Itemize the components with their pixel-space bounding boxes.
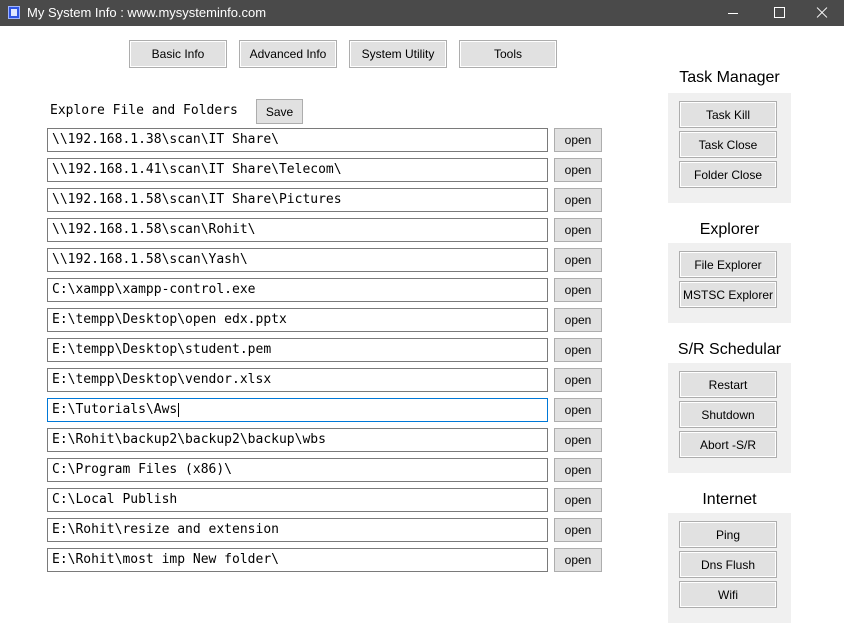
tab-tools[interactable]: Tools <box>459 40 557 68</box>
path-input[interactable]: E:\Rohit\most imp New folder\ <box>47 548 548 572</box>
path-input[interactable]: C:\Program Files (x86)\ <box>47 458 548 482</box>
open-button[interactable]: open <box>554 368 602 392</box>
explorer-title: Explorer <box>699 221 760 238</box>
path-input[interactable]: \\192.168.1.58\scan\Yash\ <box>47 248 548 272</box>
minimize-icon[interactable] <box>709 0 755 26</box>
open-button[interactable]: open <box>554 248 602 272</box>
schedular-panel: Restart Shutdown Abort -S/R <box>668 363 791 473</box>
explore-label: Explore File and Folders <box>50 103 238 118</box>
folder-close-button[interactable]: Folder Close <box>679 161 777 188</box>
path-input-focused[interactable]: E:\Tutorials\Aws <box>47 398 548 422</box>
shutdown-button[interactable]: Shutdown <box>679 401 777 428</box>
path-input[interactable]: E:\tempp\Desktop\open edx.pptx <box>47 308 548 332</box>
open-button[interactable]: open <box>554 398 602 422</box>
close-icon[interactable] <box>801 0 844 26</box>
schedular-title: S/R Schedular <box>677 341 782 358</box>
open-button[interactable]: open <box>554 158 602 182</box>
maximize-icon[interactable] <box>755 0 801 26</box>
tab-system-utility[interactable]: System Utility <box>349 40 447 68</box>
ping-button[interactable]: Ping <box>679 521 777 548</box>
open-button[interactable]: open <box>554 488 602 512</box>
path-input[interactable]: E:\Rohit\resize and extension <box>47 518 548 542</box>
open-button[interactable]: open <box>554 428 602 452</box>
open-button[interactable]: open <box>554 458 602 482</box>
path-input[interactable]: E:\tempp\Desktop\student.pem <box>47 338 548 362</box>
explorer-panel: File Explorer MSTSC Explorer <box>668 243 791 323</box>
restart-button[interactable]: Restart <box>679 371 777 398</box>
open-button[interactable]: open <box>554 188 602 212</box>
text-caret <box>178 402 180 417</box>
open-button[interactable]: open <box>554 128 602 152</box>
file-explorer-button[interactable]: File Explorer <box>679 251 777 278</box>
tab-advanced-info[interactable]: Advanced Info <box>239 40 337 68</box>
abort-sr-button[interactable]: Abort -S/R <box>679 431 777 458</box>
wifi-button[interactable]: Wifi <box>679 581 777 608</box>
open-button[interactable]: open <box>554 278 602 302</box>
internet-panel: Ping Dns Flush Wifi <box>668 513 791 623</box>
task-manager-panel: Task Kill Task Close Folder Close <box>668 93 791 203</box>
open-button[interactable]: open <box>554 518 602 542</box>
mstsc-explorer-button[interactable]: MSTSC Explorer <box>679 281 777 308</box>
dns-flush-button[interactable]: Dns Flush <box>679 551 777 578</box>
open-button[interactable]: open <box>554 218 602 242</box>
task-close-button[interactable]: Task Close <box>679 131 777 158</box>
task-kill-button[interactable]: Task Kill <box>679 101 777 128</box>
app-icon <box>8 6 20 19</box>
open-button[interactable]: open <box>554 548 602 572</box>
path-input[interactable]: E:\Rohit\backup2\backup2\backup\wbs <box>47 428 548 452</box>
tab-basic-info[interactable]: Basic Info <box>129 40 227 68</box>
internet-title: Internet <box>702 491 757 508</box>
title-bar: My System Info : www.mysysteminfo.com <box>0 0 844 26</box>
task-manager-title: Task Manager <box>679 69 780 86</box>
path-input[interactable]: \\192.168.1.58\scan\IT Share\Pictures <box>47 188 548 212</box>
window-title: My System Info : www.mysysteminfo.com <box>27 5 267 20</box>
path-input-text: E:\Tutorials\Aws <box>52 402 178 417</box>
path-input[interactable]: C:\xampp\xampp-control.exe <box>47 278 548 302</box>
path-input[interactable]: \\192.168.1.41\scan\IT Share\Telecom\ <box>47 158 548 182</box>
save-button[interactable]: Save <box>256 99 303 124</box>
path-input[interactable]: \\192.168.1.58\scan\Rohit\ <box>47 218 548 242</box>
open-button[interactable]: open <box>554 308 602 332</box>
path-input[interactable]: E:\tempp\Desktop\vendor.xlsx <box>47 368 548 392</box>
path-input[interactable]: \\192.168.1.38\scan\IT Share\ <box>47 128 548 152</box>
open-button[interactable]: open <box>554 338 602 362</box>
path-input[interactable]: C:\Local Publish <box>47 488 548 512</box>
